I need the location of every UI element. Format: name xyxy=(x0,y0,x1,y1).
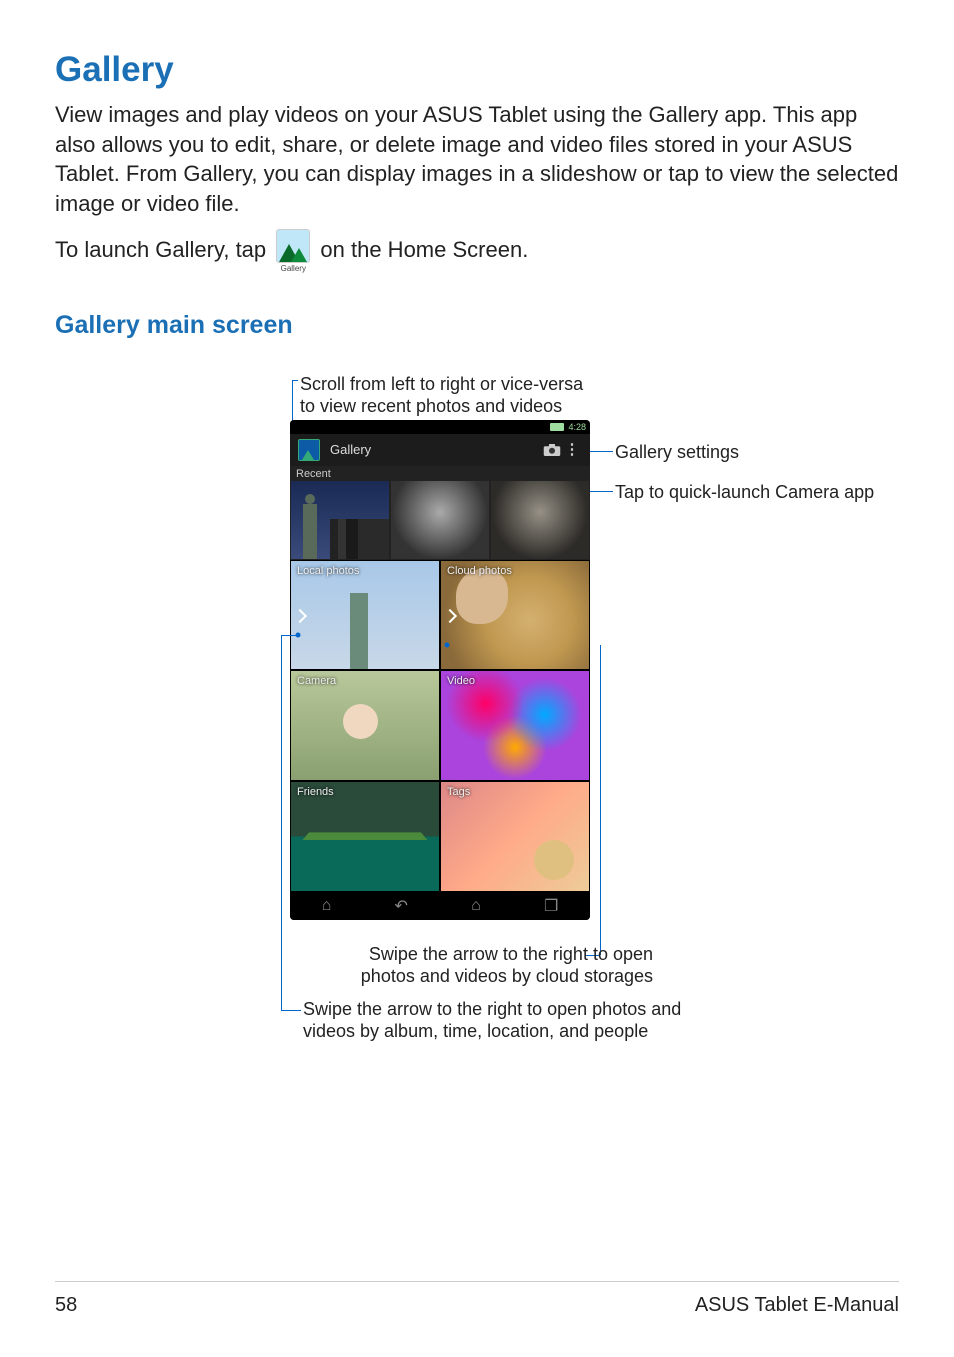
camera-icon[interactable] xyxy=(542,443,562,457)
callout-camera: Tap to quick-launch Camera app xyxy=(615,481,874,504)
gallery-header: Gallery ⋮ xyxy=(290,434,590,466)
section-heading: Gallery main screen xyxy=(55,311,899,340)
gallery-icon xyxy=(276,229,310,263)
tile-camera[interactable]: Camera xyxy=(290,670,440,781)
callout-dot xyxy=(296,632,301,637)
gallery-icon-label: Gallery xyxy=(281,265,306,273)
callout-swipe-local: Swipe the arrow to the right to open pho… xyxy=(303,998,703,1043)
tile-friends[interactable]: Friends xyxy=(290,781,440,892)
callout-dot xyxy=(445,642,450,647)
callout-line xyxy=(600,645,601,955)
page-footer: 58 ASUS Tablet E-Manual xyxy=(55,1281,899,1317)
recent-thumb[interactable] xyxy=(391,481,489,559)
recent-thumb[interactable] xyxy=(491,481,589,559)
page-number: 58 xyxy=(55,1294,77,1317)
tile-video[interactable]: Video xyxy=(440,670,590,781)
more-icon[interactable]: ⋮ xyxy=(562,447,582,453)
annotated-figure: Scroll from left to right or vice-versa … xyxy=(55,355,899,1055)
callout-settings: Gallery settings xyxy=(615,441,739,464)
gallery-app-icon-wrap: Gallery xyxy=(276,229,310,273)
tile-label: Video xyxy=(447,675,475,687)
status-time: 4:28 xyxy=(568,422,586,432)
callout-scroll: Scroll from left to right or vice-versa … xyxy=(300,373,600,418)
callout-line xyxy=(292,380,298,381)
tile-label: Tags xyxy=(447,786,470,798)
tile-label: Local photos xyxy=(297,565,359,577)
tile-label: Camera xyxy=(297,675,336,687)
launch-paragraph: To launch Gallery, tap Gallery on the Ho… xyxy=(55,229,899,273)
recent-row[interactable] xyxy=(290,480,590,560)
chevron-right-icon[interactable] xyxy=(443,608,457,622)
gallery-header-icon xyxy=(298,439,320,461)
nav-home-icon[interactable]: ⌂ xyxy=(471,897,481,915)
status-bar: 4:28 xyxy=(290,420,590,434)
callout-swipe-cloud: Swipe the arrow to the right to open pho… xyxy=(345,943,653,988)
android-navbar: ⌂ ↶ ⌂ ❐ xyxy=(290,892,590,920)
tablet-screenshot: 4:28 Gallery ⋮ Recent Local photos xyxy=(290,420,590,920)
tile-local-photos[interactable]: Local photos xyxy=(290,560,440,671)
recent-label: Recent xyxy=(290,466,590,480)
tile-cloud-photos[interactable]: Cloud photos xyxy=(440,560,590,671)
callout-line xyxy=(281,635,282,1010)
launch-text-before: To launch Gallery, tap xyxy=(55,237,266,262)
page-title: Gallery xyxy=(55,50,899,90)
tile-label: Cloud photos xyxy=(447,565,512,577)
callout-line xyxy=(281,1010,301,1011)
tile-tags[interactable]: Tags xyxy=(440,781,590,892)
tile-grid: Local photos Cloud photos Camera Video F… xyxy=(290,560,590,892)
nav-tasks-icon[interactable]: ❐ xyxy=(544,896,558,916)
app-title: Gallery xyxy=(330,442,371,457)
recent-thumb[interactable] xyxy=(291,481,389,559)
battery-icon xyxy=(550,423,564,431)
tile-label: Friends xyxy=(297,786,334,798)
nav-recent-apps-icon[interactable]: ⌂ xyxy=(322,897,332,915)
nav-back-icon[interactable]: ↶ xyxy=(395,896,408,916)
launch-text-after: on the Home Screen. xyxy=(320,237,528,262)
intro-paragraph: View images and play videos on your ASUS… xyxy=(55,100,899,219)
doc-title: ASUS Tablet E-Manual xyxy=(695,1294,899,1317)
chevron-right-icon[interactable] xyxy=(293,608,307,622)
